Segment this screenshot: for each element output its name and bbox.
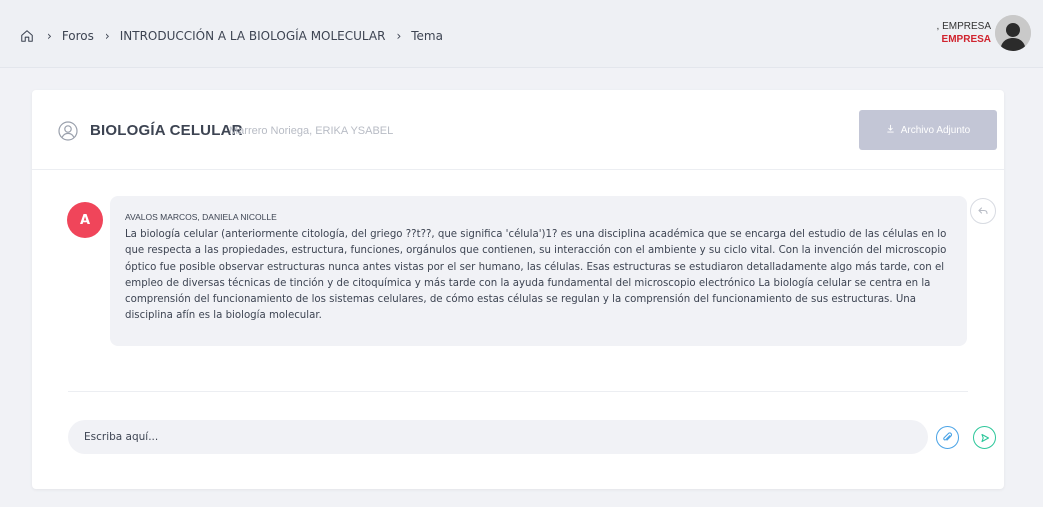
reply-button[interactable] [970, 198, 996, 224]
paperclip-icon [942, 428, 953, 447]
reply-icon [977, 202, 989, 221]
breadcrumb-item-course[interactable]: INTRODUCCIÓN A LA BIOLOGÍA MOLECULAR [120, 29, 386, 43]
breadcrumb-item-foros[interactable]: Foros [62, 29, 94, 43]
breadcrumb-item-tema: Tema [411, 29, 443, 43]
message-bubble: AVALOS MARCOS, DANIELA NICOLLE La biolog… [110, 196, 967, 346]
user-name-line1: , EMPRESA [936, 21, 991, 32]
breadcrumb-separator: › [396, 29, 402, 43]
attach-file-button[interactable] [936, 426, 959, 449]
send-icon [980, 428, 990, 447]
attachment-button-label: Archivo Adjunto [900, 124, 971, 136]
download-icon [886, 124, 895, 136]
user-name-line2: EMPRESA [941, 34, 991, 45]
user-avatar[interactable] [995, 15, 1031, 51]
user-circle-icon [58, 121, 78, 141]
breadcrumb-separator: › [104, 29, 110, 43]
topic-header: BIOLOGÍA CELULAR Marrero Noriega, ERIKA … [32, 90, 1004, 170]
topic-title: BIOLOGÍA CELULAR [90, 122, 243, 139]
message-body: La biología celular (anteriormente citol… [125, 229, 947, 322]
topic-card: BIOLOGÍA CELULAR Marrero Noriega, ERIKA … [32, 90, 1004, 489]
breadcrumb: › Foros › INTRODUCCIÓN A LA BIOLOGÍA MOL… [18, 26, 443, 46]
user-names: , EMPRESA EMPRESA [937, 20, 991, 46]
message-avatar: A [67, 202, 103, 238]
topic-author: Marrero Noriega, ERIKA YSABEL [229, 125, 394, 137]
message-author: AVALOS MARCOS, DANIELA NICOLLE [125, 212, 277, 222]
top-bar: › Foros › INTRODUCCIÓN A LA BIOLOGÍA MOL… [0, 0, 1043, 68]
user-menu[interactable]: , EMPRESA EMPRESA [937, 15, 1031, 51]
message-composer [68, 420, 928, 454]
attachment-button[interactable]: Archivo Adjunto [859, 110, 997, 150]
divider [68, 391, 968, 392]
home-icon[interactable] [18, 27, 36, 45]
breadcrumb-separator: › [47, 29, 52, 43]
send-button[interactable] [973, 426, 996, 449]
message-input[interactable] [68, 420, 928, 454]
